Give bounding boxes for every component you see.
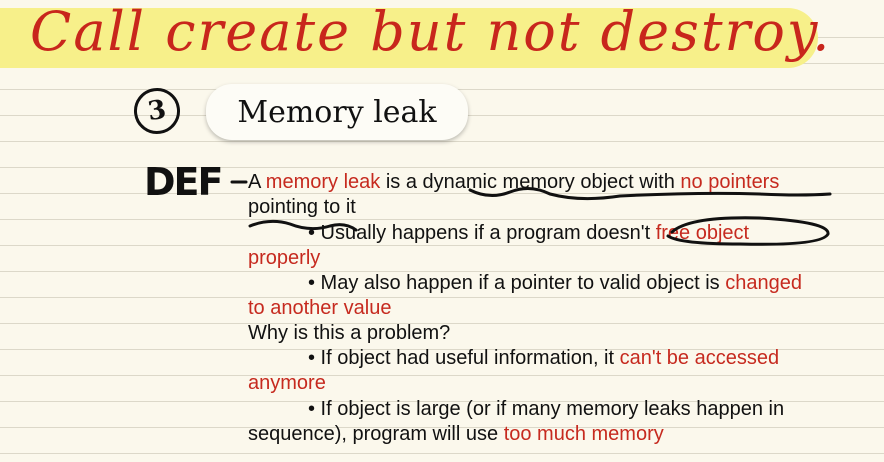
bullet-line: • Usually happens if a program doesn't f…: [308, 221, 749, 246]
text-run: sequence), program will use: [248, 423, 504, 445]
text-line: A memory leak is a dynamic memory object…: [248, 170, 779, 195]
page-title: Memory leak: [206, 84, 468, 140]
text-run: • Usually happens if a program doesn't: [308, 222, 656, 244]
keyword-too-much-memory: too much memory: [503, 423, 664, 445]
keyword-cant-be-accessed: can't be accessed: [619, 347, 780, 369]
bullet-line: • If object is large (or if many memory …: [308, 398, 785, 420]
text-line: Why is this a problem?: [248, 322, 451, 344]
keyword-changed: changed: [725, 272, 802, 294]
text-line: anymore: [248, 372, 326, 394]
text-run: is a dynamic memory object with: [380, 171, 681, 193]
bullet-line: • If object had useful information, it c…: [308, 346, 779, 371]
text-run: • If object had useful information, it: [308, 347, 620, 369]
keyword-no-pointers: no pointers: [680, 171, 780, 193]
keyword-memory-leak: memory leak: [265, 171, 381, 193]
handwritten-title: Call create but not destroy.: [30, 0, 832, 63]
text-line: pointing to it: [248, 196, 356, 218]
text-run: • May also happen if a pointer to valid …: [308, 272, 726, 294]
keyword-free-object: free object: [655, 222, 750, 244]
text-line: properly: [248, 247, 321, 269]
text-line: to another value: [248, 297, 392, 319]
text-line: sequence), program will use too much mem…: [248, 422, 664, 447]
text-run: A: [248, 171, 266, 193]
def-label: DEF: [144, 160, 223, 204]
bullet-line: • May also happen if a pointer to valid …: [308, 271, 802, 296]
